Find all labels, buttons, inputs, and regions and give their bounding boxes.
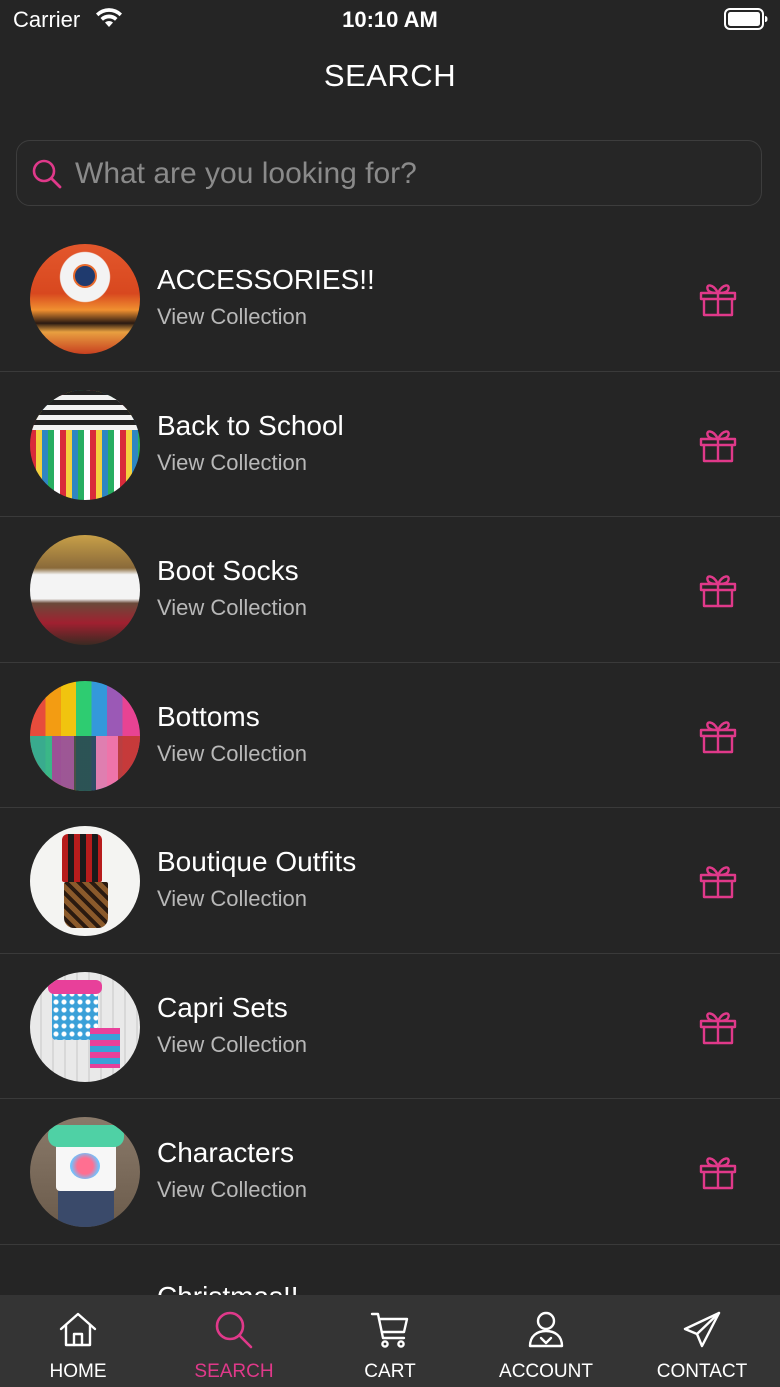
search-input[interactable]	[73, 149, 747, 199]
collection-subtitle: View Collection	[157, 1031, 308, 1057]
gift-icon	[699, 1011, 737, 1044]
collection-item-accessories[interactable]: ACCESSORIES!! View Collection	[0, 226, 780, 372]
battery-icon	[724, 8, 768, 30]
account-icon	[528, 1311, 564, 1348]
collection-subtitle: View Collection	[157, 595, 308, 620]
collection-item-boutique-outfits[interactable]: Boutique Outfits View Collection	[0, 808, 780, 954]
collection-title: ACCESSORIES!!	[157, 264, 375, 295]
search-bar[interactable]	[16, 140, 762, 206]
collection-subtitle: View Collection	[157, 304, 308, 329]
tab-label: SEARCH	[194, 1361, 274, 1382]
tab-label: CONTACT	[656, 1361, 748, 1382]
collection-title: Boot Socks	[157, 555, 299, 586]
tab-label: HOME	[49, 1361, 107, 1382]
collection-thumbnail	[30, 971, 140, 1082]
collection-title: Characters	[157, 1137, 294, 1168]
page-title: SEARCH	[323, 58, 457, 93]
search-icon	[32, 159, 62, 189]
collection-thumbnail	[30, 826, 140, 936]
collection-subtitle: View Collection	[157, 740, 308, 766]
collection-thumbnail	[30, 680, 140, 791]
collection-item-christmas[interactable]: Christmas!!	[0, 1245, 780, 1295]
collection-title: Bottoms	[157, 700, 260, 732]
paper-plane-icon	[683, 1311, 721, 1348]
gift-icon	[699, 866, 737, 899]
collection-thumbnail	[30, 244, 140, 354]
gift-icon	[699, 575, 737, 608]
cart-icon	[370, 1312, 409, 1348]
collection-item-boot-socks[interactable]: Boot Socks View Collection	[0, 517, 780, 663]
tab-label: CART	[364, 1361, 416, 1382]
home-icon	[59, 1312, 97, 1347]
app-screen: Carrier 10:10 AM SEARCH ACCESSORIES!!	[0, 0, 780, 1387]
tab-contact[interactable]: CONTACT	[624, 1295, 780, 1387]
tab-bar: HOME SEARCH CART ACCOUNT CONTACT	[0, 1295, 780, 1387]
search-icon	[215, 1311, 253, 1349]
collection-list: ACCESSORIES!! View Collection Back to Sc…	[0, 226, 780, 1245]
collection-item-capri-sets[interactable]: Capri Sets View Collection	[0, 954, 780, 1099]
status-bar: Carrier 10:10 AM	[0, 0, 780, 40]
collection-title: Back to School	[157, 409, 344, 441]
collection-item-bottoms[interactable]: Bottoms View Collection	[0, 663, 780, 808]
tab-account[interactable]: ACCOUNT	[468, 1295, 624, 1387]
tab-home[interactable]: HOME	[0, 1295, 156, 1387]
gift-icon	[699, 429, 737, 462]
collection-thumbnail	[30, 389, 140, 500]
gift-icon	[699, 1157, 737, 1190]
status-time: 10:10 AM	[342, 7, 438, 32]
collection-item-back-to-school[interactable]: Back to School View Collection	[0, 372, 780, 517]
collection-title: Boutique Outfits	[157, 846, 357, 877]
collection-thumbnail	[30, 1117, 140, 1227]
tab-label: ACCOUNT	[499, 1361, 593, 1382]
collection-thumbnail	[30, 535, 140, 645]
collection-subtitle: View Collection	[157, 449, 308, 475]
collection-subtitle: View Collection	[157, 1177, 308, 1202]
collection-subtitle: View Collection	[157, 886, 308, 911]
collection-title: Capri Sets	[157, 991, 288, 1023]
collection-item-characters[interactable]: Characters View Collection	[0, 1099, 780, 1245]
gift-icon	[699, 284, 737, 317]
tab-cart[interactable]: CART	[312, 1295, 468, 1387]
gift-icon	[699, 720, 737, 753]
collection-title: Christmas!!	[157, 1281, 299, 1295]
tab-search[interactable]: SEARCH	[156, 1295, 312, 1387]
